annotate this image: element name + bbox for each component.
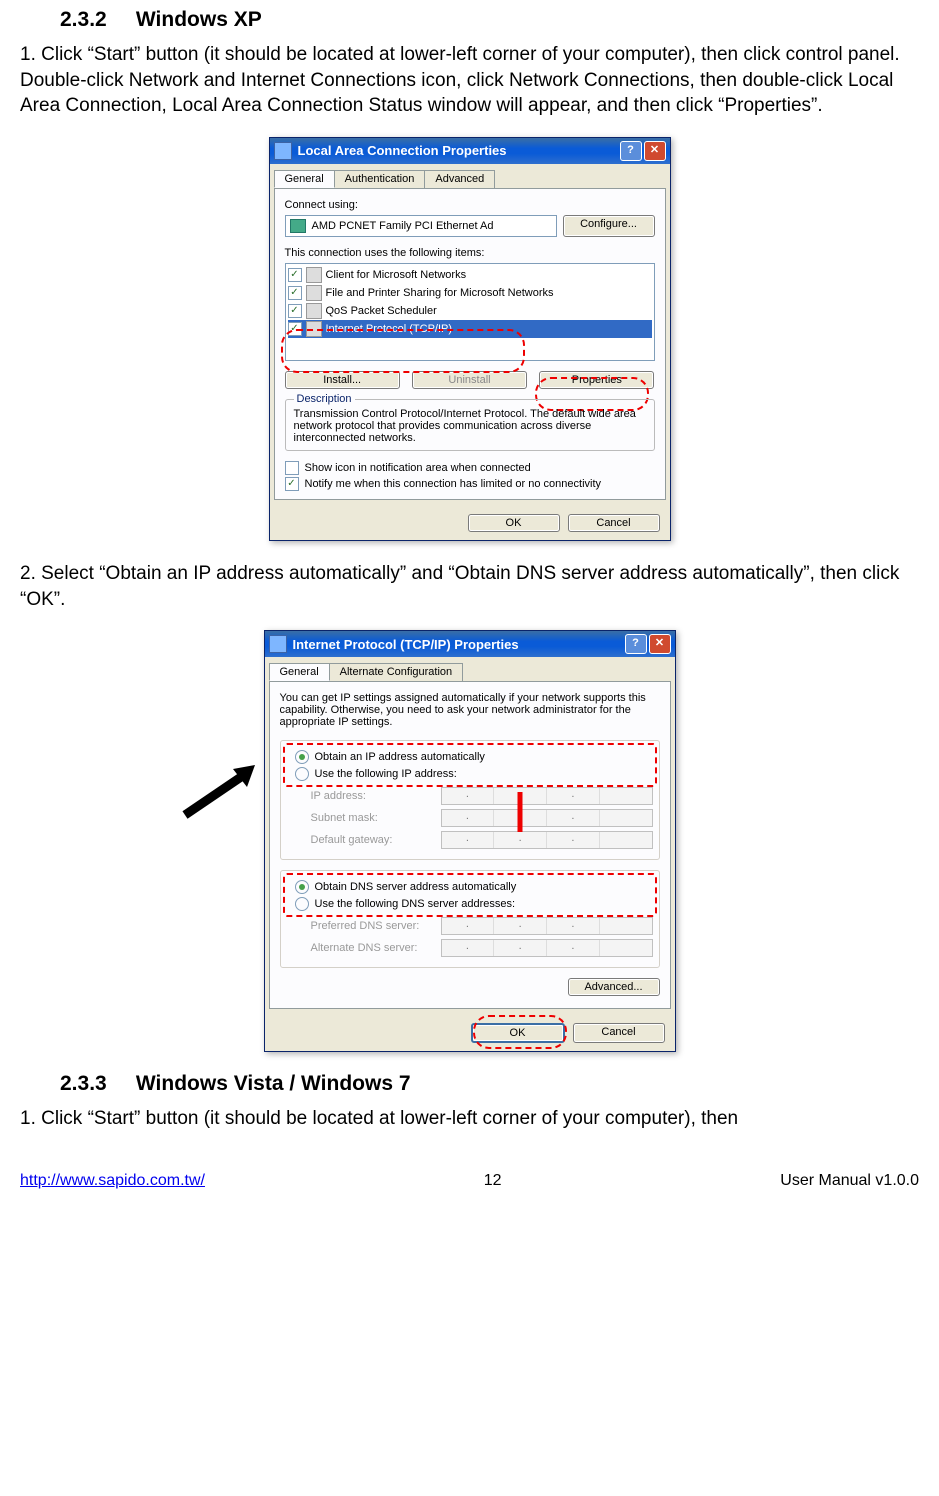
cancel-button[interactable]: Cancel: [568, 514, 660, 532]
tabs: General Authentication Advanced: [274, 170, 666, 188]
tab-authentication[interactable]: Authentication: [334, 170, 426, 188]
list-item: QoS Packet Scheduler: [288, 302, 652, 320]
tabs: General Alternate Configuration: [269, 663, 671, 681]
list-item: File and Printer Sharing for Microsoft N…: [288, 284, 652, 302]
annotation-ip-box: [283, 743, 657, 787]
pref-dns-field[interactable]: ...: [441, 917, 653, 935]
paragraph-1: 1. Click “Start” button (it should be lo…: [20, 42, 919, 119]
tab-panel: You can get IP settings assigned automat…: [269, 681, 671, 1009]
component-icon: [306, 267, 322, 283]
tab-advanced[interactable]: Advanced: [424, 170, 495, 188]
pref-dns-label: Preferred DNS server:: [311, 920, 441, 932]
network-icon: [274, 142, 292, 160]
section-233-num: 2.3.3: [60, 1072, 107, 1095]
section-232-heading: 2.3.2 Windows XP: [60, 8, 919, 32]
section-232-num: 2.3.2: [60, 8, 107, 31]
item-label: QoS Packet Scheduler: [326, 305, 437, 317]
alt-dns-field[interactable]: ...: [441, 939, 653, 957]
annotation-ok-oval: [473, 1015, 567, 1049]
checkbox-icon[interactable]: [288, 268, 302, 282]
checkbox-icon[interactable]: [288, 286, 302, 300]
description-group: Description Transmission Control Protoco…: [285, 399, 655, 451]
description-legend: Description: [294, 393, 355, 405]
list-item: Client for Microsoft Networks: [288, 266, 652, 284]
intro-text: You can get IP settings assigned automat…: [280, 692, 660, 728]
show-icon-label: Show icon in notification area when conn…: [305, 462, 531, 474]
component-icon: [306, 285, 322, 301]
gateway-field[interactable]: ...: [441, 831, 653, 849]
section-233-heading: 2.3.3 Windows Vista / Windows 7: [60, 1072, 919, 1096]
titlebar[interactable]: Internet Protocol (TCP/IP) Properties ? …: [265, 631, 675, 657]
paragraph-2: 2. Select “Obtain an IP address automati…: [20, 561, 919, 612]
items-label: This connection uses the following items…: [285, 247, 655, 259]
configure-button[interactable]: Configure...: [563, 215, 655, 237]
paragraph-3: 1. Click “Start” button (it should be lo…: [20, 1106, 919, 1132]
titlebar[interactable]: Local Area Connection Properties ? ✕: [270, 138, 670, 164]
close-button[interactable]: ✕: [649, 634, 671, 654]
ok-button[interactable]: OK: [468, 514, 560, 532]
description-text: Transmission Control Protocol/Internet P…: [294, 408, 636, 444]
item-label: File and Printer Sharing for Microsoft N…: [326, 287, 554, 299]
footer-url[interactable]: http://www.sapido.com.tw/: [20, 1172, 205, 1190]
notify-checkbox[interactable]: [285, 477, 299, 491]
window-title: Internet Protocol (TCP/IP) Properties: [293, 637, 623, 652]
connect-using-label: Connect using:: [285, 199, 655, 211]
close-button[interactable]: ✕: [644, 141, 666, 161]
uninstall-button[interactable]: Uninstall: [412, 371, 527, 389]
ip-address-label: IP address:: [311, 790, 441, 802]
gateway-label: Default gateway:: [311, 834, 441, 846]
footer-page: 12: [484, 1172, 502, 1190]
subnet-label: Subnet mask:: [311, 812, 441, 824]
tab-alternate[interactable]: Alternate Configuration: [329, 663, 464, 681]
subnet-field[interactable]: ...: [441, 809, 653, 827]
tab-general[interactable]: General: [274, 170, 335, 188]
adapter-name: AMD PCNET Family PCI Ethernet Ad: [312, 220, 494, 232]
adapter-textbox[interactable]: AMD PCNET Family PCI Ethernet Ad: [285, 215, 557, 237]
help-button[interactable]: ?: [625, 634, 647, 654]
network-icon: [269, 635, 287, 653]
advanced-button[interactable]: Advanced...: [568, 978, 660, 996]
tab-panel: Connect using: AMD PCNET Family PCI Ethe…: [274, 188, 666, 500]
alt-dns-label: Alternate DNS server:: [311, 942, 441, 954]
help-button[interactable]: ?: [620, 141, 642, 161]
install-button[interactable]: Install...: [285, 371, 400, 389]
tab-general[interactable]: General: [269, 663, 330, 681]
ip-address-field[interactable]: ...: [441, 787, 653, 805]
section-233-title: Windows Vista / Windows 7: [136, 1072, 411, 1095]
annotation-tcpip-oval: [281, 329, 525, 373]
item-label: Client for Microsoft Networks: [326, 269, 467, 281]
annotation-black-arrow: [175, 765, 265, 825]
tcpip-properties-window: Internet Protocol (TCP/IP) Properties ? …: [264, 630, 676, 1052]
checkbox-icon[interactable]: [288, 304, 302, 318]
annotation-dns-box: [283, 873, 657, 917]
show-icon-checkbox[interactable]: [285, 461, 299, 475]
page-footer: http://www.sapido.com.tw/ 12 User Manual…: [20, 1162, 919, 1196]
notify-label: Notify me when this connection has limit…: [305, 478, 602, 490]
lan-properties-window: Local Area Connection Properties ? ✕ Gen…: [269, 137, 671, 541]
footer-right: User Manual v1.0.0: [780, 1172, 919, 1190]
window-title: Local Area Connection Properties: [298, 143, 618, 158]
cancel-button[interactable]: Cancel: [573, 1023, 665, 1043]
component-icon: [306, 303, 322, 319]
section-232-title: Windows XP: [136, 8, 262, 31]
nic-icon: [290, 219, 306, 233]
